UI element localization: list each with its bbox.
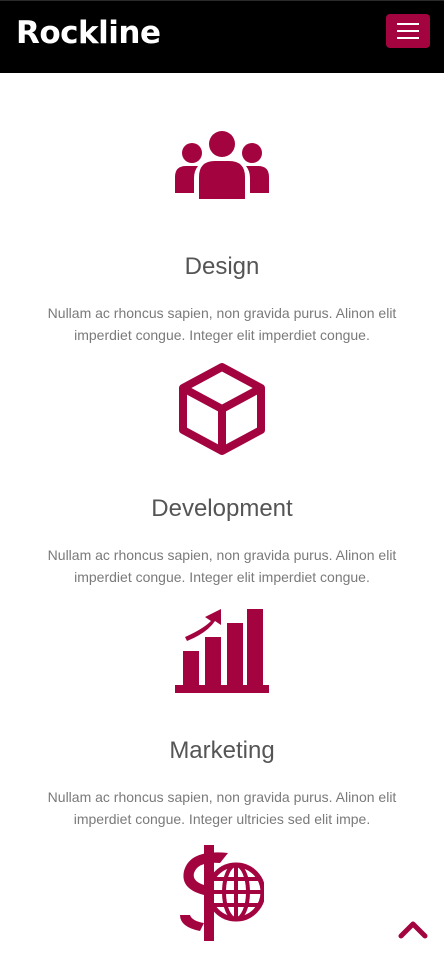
hamburger-menu-icon bbox=[397, 30, 419, 32]
service-description: Nullam ac rhoncus sapien, non gravida pu… bbox=[47, 305, 397, 343]
bar-chart-growth-icon bbox=[0, 607, 444, 693]
scroll-to-top-button[interactable] bbox=[398, 918, 428, 942]
hamburger-menu-icon bbox=[397, 23, 419, 25]
menu-toggle-button[interactable] bbox=[386, 14, 430, 48]
service-description: Nullam ac rhoncus sapien, non gravida pu… bbox=[47, 789, 397, 827]
service-title: Marketing bbox=[169, 737, 275, 764]
service-description: Nullam ac rhoncus sapien, non gravida pu… bbox=[47, 547, 397, 585]
users-group-icon bbox=[0, 131, 444, 199]
dollar-globe-icon bbox=[0, 845, 444, 941]
chevron-up-icon bbox=[398, 921, 428, 939]
cube-icon bbox=[0, 362, 444, 456]
hamburger-menu-icon bbox=[397, 37, 419, 39]
service-title: Design bbox=[184, 253, 260, 280]
service-title: Development bbox=[151, 495, 293, 522]
top-navbar: Rockline bbox=[0, 0, 444, 73]
brand-logo[interactable]: Rockline bbox=[16, 13, 161, 53]
